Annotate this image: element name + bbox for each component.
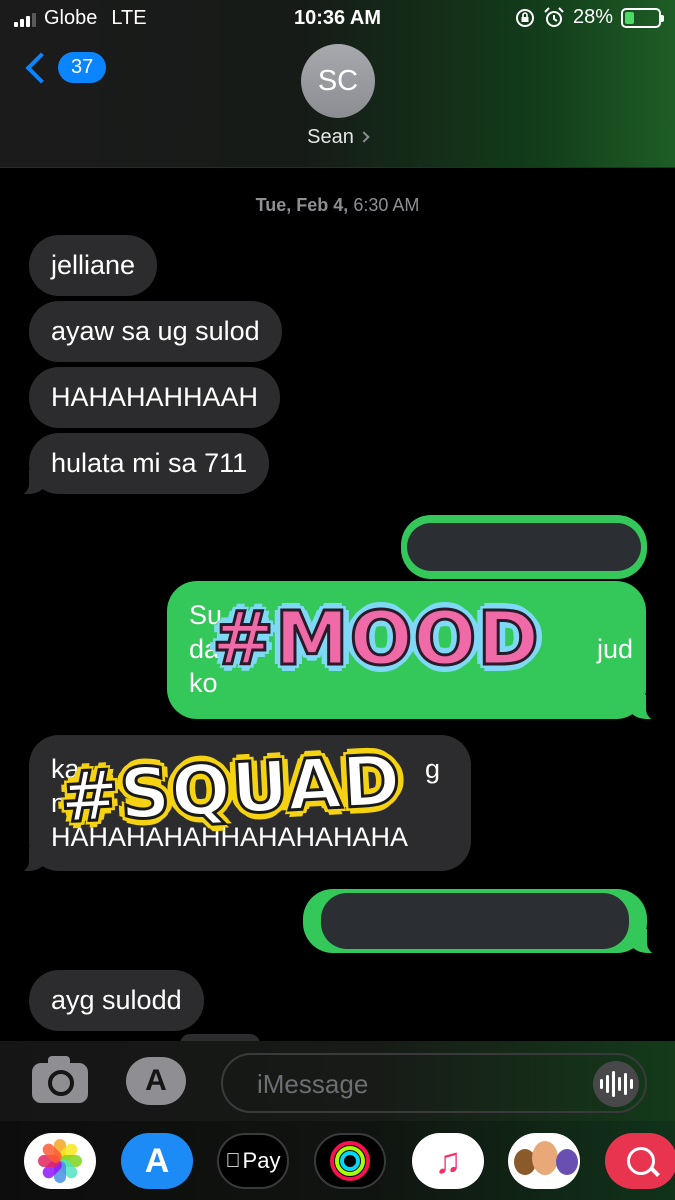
back-button[interactable]: 37 [22, 51, 107, 84]
incoming-message[interactable]: jelliane [29, 235, 158, 296]
battery-percent: 28% [572, 6, 613, 28]
incoming-message[interactable]: hulata mi sa 711 [8, 433, 270, 496]
audio-message-icon[interactable] [593, 1061, 639, 1107]
message-input-bar: A iMessage [0, 1041, 675, 1121]
message-text-line: jud [597, 634, 634, 664]
message-placeholder: iMessage [257, 1069, 369, 1099]
chevron-left-icon [25, 51, 57, 84]
app-drawer: A Pay ♫ [0, 1121, 675, 1200]
apple-pay-icon[interactable]: Pay [217, 1133, 289, 1189]
battery-fill [625, 11, 634, 24]
message-timestamp: Tue, Feb 4, 6:30 AM [0, 195, 675, 216]
message-input[interactable]: iMessage [221, 1053, 647, 1113]
timestamp-time: 6:30 AM [353, 195, 420, 215]
outgoing-message-redacted[interactable] [303, 889, 667, 955]
message-text-line: g [425, 754, 441, 784]
app-store-button[interactable]: A [126, 1057, 186, 1105]
contact-name-button[interactable]: Sean [0, 126, 675, 149]
message-text: hulata mi sa 711 [51, 448, 248, 478]
message-text: ayaw sa ug sulod [51, 316, 260, 346]
battery-icon [621, 7, 664, 28]
timestamp-day: Tue, Feb 4, [255, 195, 349, 215]
mood-sticker[interactable]: #MOOD [211, 595, 541, 684]
app-store-icon: A [145, 1064, 167, 1097]
memoji-icon[interactable] [508, 1133, 580, 1189]
message-text: HAHAHAHHAAH [51, 382, 259, 412]
incoming-message[interactable]: ayg sulodd [29, 970, 204, 1031]
app-store-icon[interactable]: A [121, 1133, 193, 1189]
globe-search-icon[interactable] [605, 1133, 675, 1189]
apple-pay-label: Pay [235, 1148, 281, 1173]
incoming-message[interactable]: HAHAHAHHAAH [29, 367, 281, 428]
outgoing-message-redacted[interactable] [401, 515, 647, 579]
alarm-icon [544, 6, 564, 27]
redaction-block [407, 523, 641, 571]
unread-count-badge: 37 [58, 52, 107, 83]
contact-name: Sean [307, 126, 354, 148]
photos-icon[interactable] [24, 1133, 96, 1189]
music-note-icon[interactable]: ♫ [412, 1133, 484, 1189]
contact-avatar[interactable]: SC [301, 44, 375, 118]
status-bar: Globe LTE 10:36 AM 28% [0, 0, 675, 38]
message-text: ayg sulodd [51, 985, 182, 1015]
avatar-initials: SC [317, 64, 359, 97]
chevron-right-icon [358, 131, 370, 143]
activity-rings-icon[interactable] [314, 1133, 386, 1189]
redaction-block [321, 893, 629, 949]
message-text: jelliane [51, 250, 136, 280]
incoming-message[interactable]: ayaw sa ug sulod [29, 301, 282, 362]
orientation-lock-icon [515, 8, 534, 27]
camera-icon[interactable] [32, 1056, 88, 1103]
